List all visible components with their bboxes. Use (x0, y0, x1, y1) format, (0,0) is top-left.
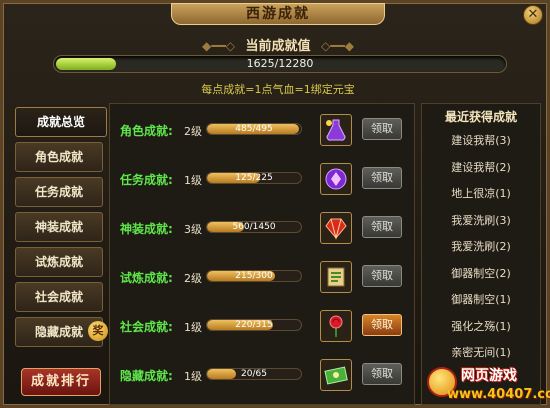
recent-achievements-panel: 最近获得成就 建设我帮(3) 建设我帮(2) 地上很凉(1) 我爱洗刷(3) 我爱洗刷(… (421, 103, 541, 405)
red-gem-icon[interactable] (320, 212, 352, 244)
category-tabs: 成就总览 角色成就 任务成就 神装成就 试炼成就 社会成就 隐藏成就 奖 (15, 107, 108, 352)
ornament-right-icon: ◇━━◆ (321, 39, 354, 53)
ornament-left-icon: ◆━━◇ (202, 39, 235, 53)
row-level: 1级 (184, 174, 202, 187)
row-level: 3级 (184, 223, 202, 236)
recent-item[interactable]: 亲密无间(1) (422, 344, 540, 360)
recent-item[interactable]: 御器制空(1) (422, 291, 540, 307)
points-title: 当前成就值 (245, 39, 311, 54)
achievement-row: 角色成就: 2级 485/495 领取 (110, 110, 414, 150)
row-level: 1级 (184, 321, 202, 334)
window-title: 西游成就 (171, 3, 385, 25)
tab-social[interactable]: 社会成就 (15, 282, 103, 312)
points-note: 每点成就=1点气血=1绑定元宝 (201, 83, 355, 96)
recent-item[interactable]: 御器制空(2) (422, 265, 540, 281)
tab-quest[interactable]: 任务成就 (15, 177, 103, 207)
row-progress-bar: 20/65 (206, 368, 302, 380)
achievement-row: 任务成就: 1级 125/225 领取 (110, 159, 414, 199)
recent-item[interactable]: 建设我帮(2) (422, 159, 540, 175)
watermark-url: www.40407.com (447, 387, 550, 402)
row-label: 隐藏成就: (120, 369, 173, 383)
purple-gem-icon[interactable] (320, 163, 352, 195)
recent-item[interactable]: 我爱洗刷(2) (422, 238, 540, 254)
row-level: 2级 (184, 125, 202, 138)
rose-icon[interactable] (320, 310, 352, 342)
tab-label: 成就总览 (36, 115, 85, 129)
tab-label: 社会成就 (34, 290, 83, 304)
watermark-title: 网页游戏 (461, 368, 517, 384)
row-progress-text: 20/65 (241, 369, 267, 379)
claim-button[interactable]: 领取 (362, 314, 402, 336)
achievement-row: 隐藏成就: 1级 20/65 领取 (110, 355, 414, 395)
tab-hidden[interactable]: 隐藏成就 奖 (15, 317, 108, 347)
purple-potion-icon[interactable] (320, 114, 352, 146)
achievement-row: 社会成就: 1级 220/315 领取 (110, 306, 414, 346)
recent-item[interactable]: 强化之殇(1) (422, 318, 540, 334)
scroll-icon[interactable] (320, 261, 352, 293)
recent-item[interactable]: 建设我帮(3) (422, 132, 540, 148)
row-label: 社会成就: (120, 320, 173, 334)
watermark: 网页游戏 www.40407.com (427, 365, 550, 408)
tab-label: 任务成就 (34, 185, 83, 199)
row-progress-text: 125/225 (235, 173, 273, 183)
row-level: 2级 (184, 272, 202, 285)
tab-label: 角色成就 (34, 150, 83, 164)
claim-button[interactable]: 领取 (362, 216, 402, 238)
recent-title: 最近获得成就 (444, 110, 517, 124)
row-label: 神装成就: (120, 222, 173, 236)
reward-badge-icon: 奖 (88, 321, 108, 341)
banknote-icon[interactable] (320, 359, 352, 391)
row-label: 任务成就: (120, 173, 173, 187)
tab-role[interactable]: 角色成就 (15, 142, 103, 172)
row-progress-bar: 215/300 (206, 270, 302, 282)
ranking-button[interactable]: 成就排行 (21, 368, 101, 396)
achievement-row: 神装成就: 3级 560/1450 领取 (110, 208, 414, 248)
points-header: ◆━━◇ 当前成就值 ◇━━◆ (3, 35, 550, 54)
tab-trial[interactable]: 试炼成就 (15, 247, 103, 277)
points-progress-bar: 1625/12280 (53, 55, 507, 73)
achievement-list: 角色成就: 2级 485/495 领取 任务成就: 1级 125/225 领取 神装成就: 3级 5… (109, 103, 415, 405)
claim-button[interactable]: 领取 (362, 167, 402, 189)
tab-label: 神装成就 (34, 220, 83, 234)
points-progress-text: 1625/12280 (246, 57, 314, 70)
row-label: 角色成就: (120, 124, 173, 138)
row-progress-text: 560/1450 (232, 222, 276, 232)
row-progress-bar: 220/315 (206, 319, 302, 331)
row-progress-text: 485/495 (235, 124, 273, 134)
close-button[interactable]: ✕ (523, 5, 543, 25)
row-progress-text: 220/315 (235, 320, 273, 330)
achievement-row: 试炼成就: 2级 215/300 领取 (110, 257, 414, 297)
tab-equipment[interactable]: 神装成就 (15, 212, 103, 242)
claim-button[interactable]: 领取 (362, 118, 402, 140)
row-progress-bar: 125/225 (206, 172, 302, 184)
row-progress-bar: 485/495 (206, 123, 302, 135)
row-label: 试炼成就: (120, 271, 173, 285)
claim-button[interactable]: 领取 (362, 265, 402, 287)
recent-item[interactable]: 我爱洗刷(3) (422, 212, 540, 228)
tab-overview[interactable]: 成就总览 (15, 107, 107, 137)
row-progress-text: 215/300 (235, 271, 273, 281)
row-progress-bar: 560/1450 (206, 221, 302, 233)
tab-label: 试炼成就 (34, 255, 83, 269)
recent-item[interactable]: 地上很凉(1) (422, 185, 540, 201)
row-level: 1级 (184, 370, 202, 383)
claim-button[interactable]: 领取 (362, 363, 402, 385)
tab-label: 隐藏成就 (34, 325, 83, 339)
achievement-window: 西游成就 ✕ ◆━━◇ 当前成就值 ◇━━◆ 1625/12280 每点成就=1… (0, 0, 550, 408)
